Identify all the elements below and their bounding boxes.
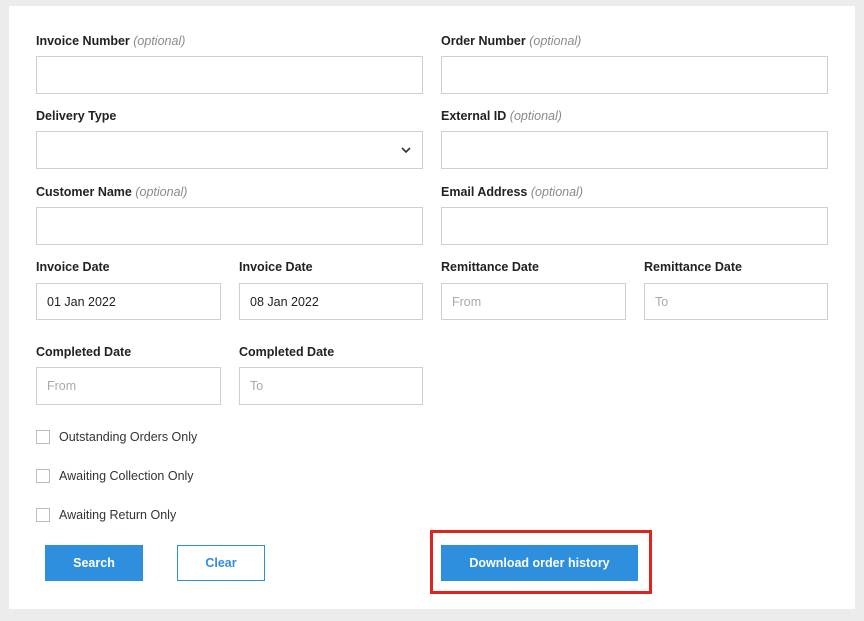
outstanding-orders-label: Outstanding Orders Only [59,430,198,444]
awaiting-return-option[interactable]: Awaiting Return Only [36,505,176,525]
download-order-history-button[interactable]: Download order history [441,545,638,581]
customer-name-label-text: Customer Name [36,185,132,199]
completed-date-from-field[interactable] [36,367,221,405]
completed-date-from-label: Completed Date [36,345,132,359]
email-address-input[interactable] [442,208,827,244]
completed-date-to-input[interactable] [240,368,422,404]
email-address-label: Email Address (optional) [441,185,583,199]
outstanding-orders-checkbox[interactable] [36,430,50,444]
completed-date-to-label: Completed Date [239,345,335,359]
invoice-number-field[interactable] [36,56,423,94]
email-address-field[interactable] [441,207,828,245]
chevron-down-icon [401,147,411,154]
delivery-type-select[interactable] [36,131,423,169]
awaiting-return-label: Awaiting Return Only [59,508,177,522]
invoice-date-to-label: Invoice Date [239,260,313,274]
external-id-field[interactable] [441,131,828,169]
clear-button[interactable]: Clear [177,545,265,581]
external-id-input[interactable] [442,132,827,168]
awaiting-collection-checkbox[interactable] [36,469,50,483]
customer-name-label: Customer Name (optional) [36,185,187,199]
invoice-number-label: Invoice Number (optional) [36,34,185,48]
awaiting-collection-label: Awaiting Collection Only [59,469,194,483]
remittance-date-to-field[interactable] [644,283,828,320]
awaiting-return-checkbox[interactable] [36,508,50,522]
outstanding-orders-option[interactable]: Outstanding Orders Only [36,427,197,447]
invoice-number-input[interactable] [37,57,422,93]
external-id-label-text: External ID [441,109,507,123]
optional-tag: (optional) [133,34,186,48]
completed-date-to-field[interactable] [239,367,423,405]
optional-tag: (optional) [509,109,562,123]
invoice-date-from-field[interactable] [36,283,221,320]
invoice-date-from-input[interactable] [37,284,220,319]
optional-tag: (optional) [135,185,188,199]
invoice-number-label-text: Invoice Number [36,34,130,48]
completed-date-from-input[interactable] [37,368,220,404]
delivery-type-label-text: Delivery Type [36,109,117,123]
order-number-label: Order Number (optional) [441,34,581,48]
optional-tag: (optional) [530,185,583,199]
invoice-date-to-input[interactable] [240,284,422,319]
remittance-date-from-label: Remittance Date [441,260,539,274]
order-number-field[interactable] [441,56,828,94]
search-form-panel: Invoice Number (optional) Order Number (… [9,6,855,609]
invoice-date-to-field[interactable] [239,283,423,320]
awaiting-collection-option[interactable]: Awaiting Collection Only [36,466,194,486]
remittance-date-from-input[interactable] [442,284,625,319]
invoice-date-from-label: Invoice Date [36,260,110,274]
remittance-date-to-label: Remittance Date [644,260,742,274]
order-number-input[interactable] [442,57,827,93]
optional-tag: (optional) [529,34,582,48]
order-number-label-text: Order Number [441,34,526,48]
customer-name-input[interactable] [37,208,422,244]
customer-name-field[interactable] [36,207,423,245]
external-id-label: External ID (optional) [441,109,562,123]
remittance-date-to-input[interactable] [645,284,827,319]
remittance-date-from-field[interactable] [441,283,626,320]
email-address-label-text: Email Address [441,185,528,199]
search-button[interactable]: Search [45,545,143,581]
delivery-type-label: Delivery Type [36,109,116,123]
